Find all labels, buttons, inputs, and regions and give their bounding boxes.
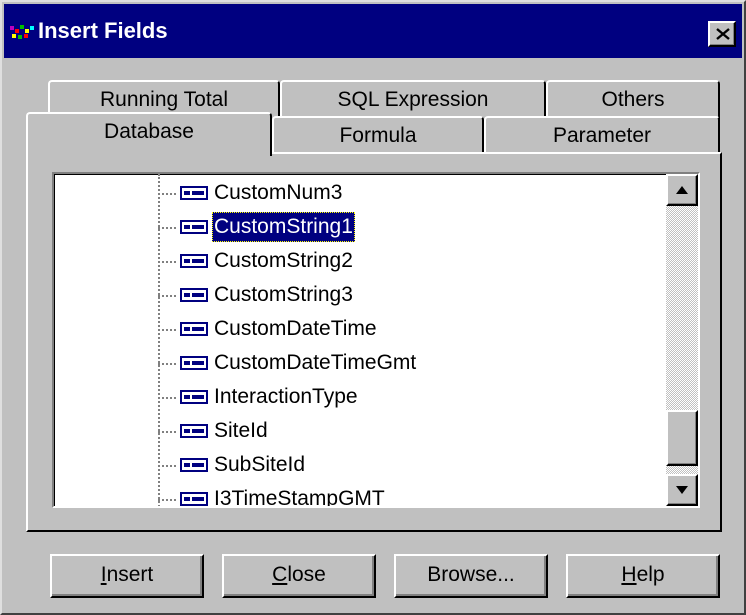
database-field-icon [180,254,208,268]
vertical-scrollbar[interactable] [666,174,698,506]
database-field-icon [180,288,208,302]
tab-others[interactable]: Others [546,80,720,120]
tab-label: Parameter [552,124,652,147]
tree-item-label: CustomString2 [214,249,353,272]
scroll-up-button[interactable] [666,174,698,206]
title-bar: Insert Fields [4,4,742,58]
tab-label: Formula [339,124,417,147]
tree-branch-line [158,363,176,365]
tree-item[interactable]: CustomString2 [158,244,658,278]
close-icon [716,28,730,40]
tree-item-label: InteractionType [214,385,358,408]
tab-formula[interactable]: Formula [272,116,484,156]
window-title: Insert Fields [38,18,168,43]
tree-item[interactable]: InteractionType [158,380,658,414]
tree-item-label: CustomNum3 [214,181,343,204]
close-accel: C [272,563,288,586]
tab-sql-expression[interactable]: SQL Expression [280,80,546,120]
tree-item-label: CustomDateTimeGmt [214,351,417,374]
tab-label: Others [601,88,665,111]
tree-item-label: CustomDateTime [214,317,377,340]
database-field-icon [180,322,208,336]
tree-branch-line [158,431,176,433]
tree-item[interactable]: CustomNum3 [158,176,658,210]
help-button[interactable]: Help [566,554,720,598]
tree-item-selected[interactable]: CustomString1 [158,210,658,244]
tree-item-label: SiteId [214,419,268,442]
tree-item-label: CustomString1 [212,212,355,242]
insert-fields-dialog: Insert Fields Running Total SQL Expressi… [0,0,746,615]
insert-button[interactable]: Insert [50,554,204,598]
tab-label: Database [104,120,194,143]
tab-label: Running Total [99,88,229,111]
browse-button[interactable]: Browse... [394,554,548,598]
close-label: lose [287,563,326,586]
tree-branch-line [158,499,176,501]
tab-parameter[interactable]: Parameter [484,116,720,156]
database-field-icon [180,492,208,506]
help-accel: H [621,563,637,586]
close-button[interactable]: Close [222,554,376,598]
tree-branch-line [158,295,176,297]
tree-branch-line [158,227,176,229]
tree-item-label: CustomString3 [214,283,353,306]
tree-branch-line [158,193,176,195]
app-icon [10,25,34,39]
browse-label: Browse... [427,563,515,586]
tree-item[interactable]: SubSiteId [158,448,658,482]
tree-item[interactable]: SiteId [158,414,658,448]
tree-branch-line [158,329,176,331]
tree-branch-line [158,465,176,467]
arrow-up-icon [676,186,688,194]
tree-item-label: SubSiteId [214,453,306,476]
tree-item[interactable]: I3TimeStampGMT [158,482,658,508]
tree-item[interactable]: CustomDateTime [158,312,658,346]
tree-item-label: I3TimeStampGMT [214,487,385,508]
tree-branch-line [158,397,176,399]
database-field-icon [180,186,208,200]
insert-label: nsert [106,563,154,586]
field-tree-list[interactable]: CustomNum3 CustomString1 CustomString2 C… [52,172,700,508]
close-window-button[interactable] [708,21,736,47]
database-field-icon [180,424,208,438]
database-field-icon [180,220,208,234]
scroll-down-button[interactable] [666,474,698,506]
scroll-thumb[interactable] [666,410,698,466]
database-field-icon [180,458,208,472]
tab-database[interactable]: Database [26,112,272,156]
tree-item[interactable]: CustomString3 [158,278,658,312]
database-field-icon [180,390,208,404]
tab-label: SQL Expression [337,88,489,111]
help-label: elp [636,563,665,586]
arrow-down-icon [676,486,688,494]
tree-branch-line [158,261,176,263]
database-field-icon [180,356,208,370]
tree-item[interactable]: CustomDateTimeGmt [158,346,658,380]
